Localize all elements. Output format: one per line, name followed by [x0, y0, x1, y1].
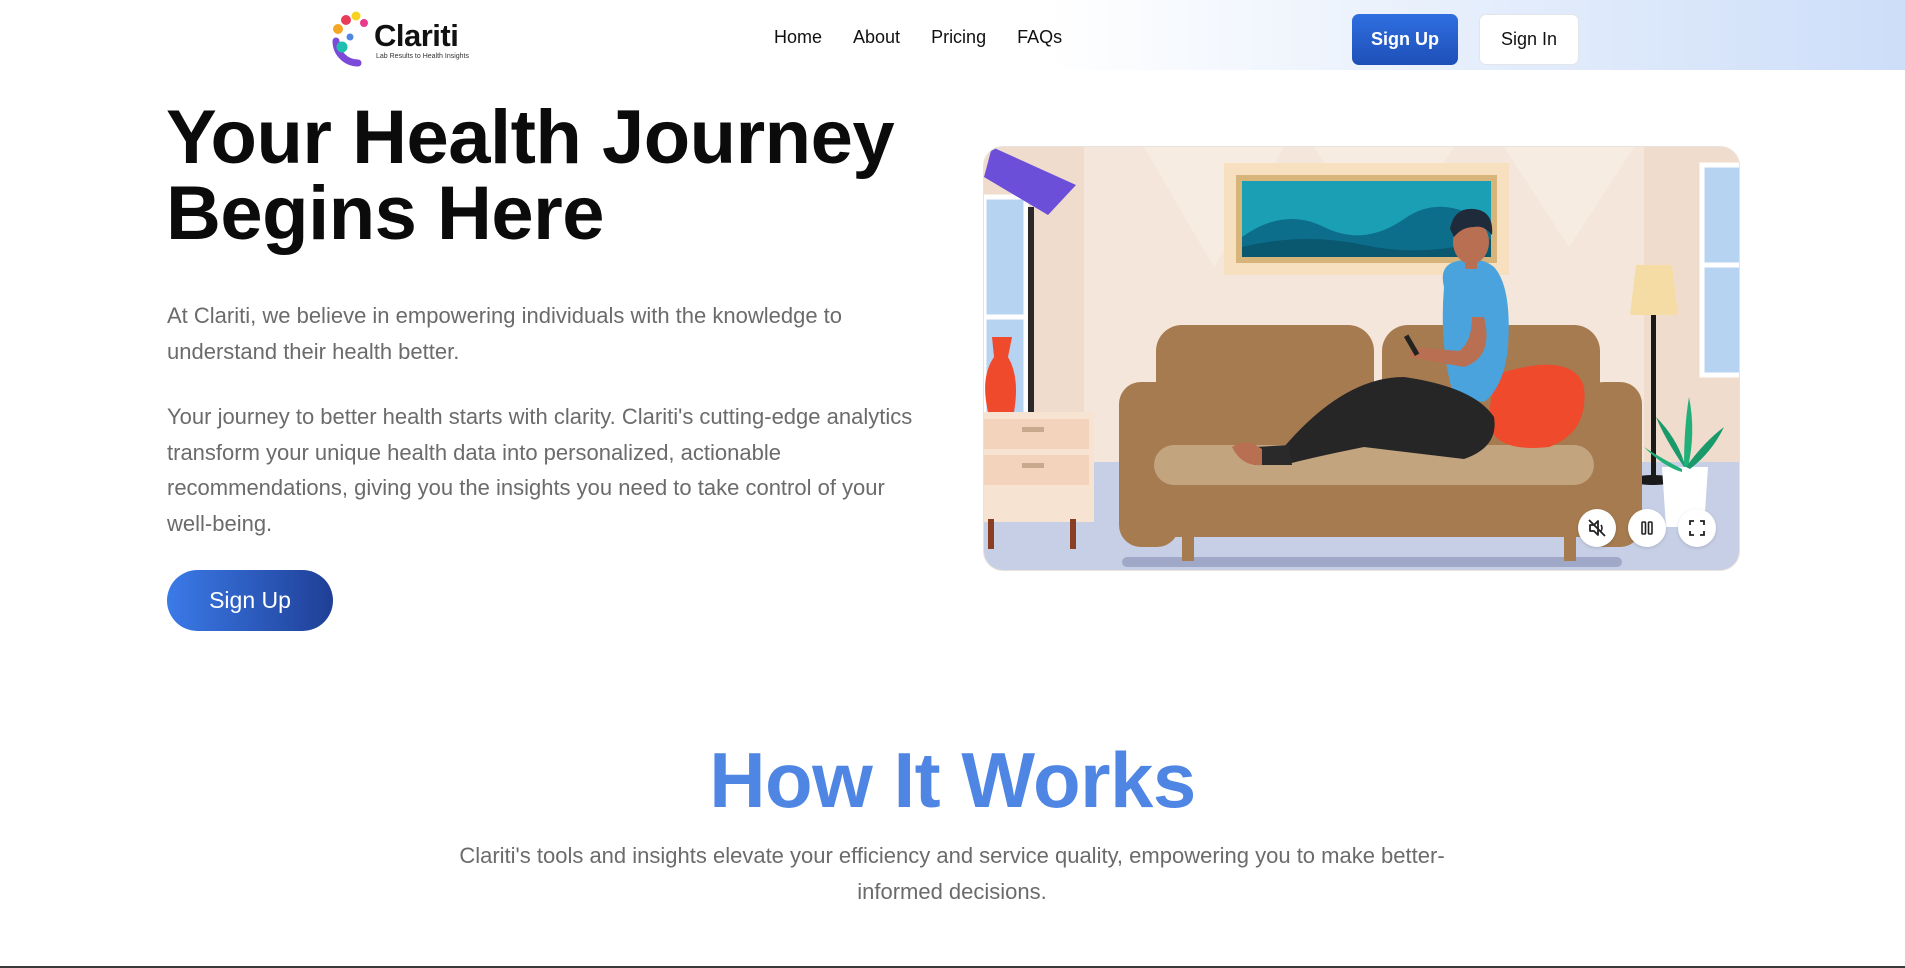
living-room-illustration: [984, 147, 1739, 570]
header-signup-button[interactable]: Sign Up: [1352, 14, 1458, 65]
video-pause-button[interactable]: [1628, 509, 1666, 547]
fullscreen-icon: [1689, 520, 1705, 536]
hero-description-paragraph: Your journey to better health starts wit…: [167, 404, 913, 536]
how-it-works-title: How It Works: [709, 736, 1196, 824]
header-signin-button[interactable]: Sign In: [1479, 14, 1579, 65]
pause-icon: [1641, 521, 1653, 535]
brand-tagline: Lab Results to Health Insights: [376, 53, 469, 60]
hero-title-line-1: Your Health Journey: [166, 95, 895, 180]
volume-muted-icon: [1588, 519, 1606, 537]
clariti-logo-icon: [328, 9, 372, 71]
nav-item-faqs[interactable]: FAQs: [1017, 27, 1062, 48]
how-it-works-subtitle: Clariti's tools and insights elevate you…: [459, 843, 1445, 904]
hero-title-line-2: Begins Here: [166, 171, 605, 256]
nav-item-about[interactable]: About: [853, 27, 900, 48]
nav-item-home[interactable]: Home: [774, 27, 822, 48]
logo-text: Clariti Lab Results to Health Insights: [374, 18, 469, 61]
brand-logo[interactable]: Clariti Lab Results to Health Insights: [328, 8, 498, 72]
hero-signup-button[interactable]: Sign Up: [167, 570, 333, 631]
nav-item-pricing[interactable]: Pricing: [931, 27, 986, 48]
video-fullscreen-button[interactable]: [1678, 509, 1716, 547]
landing-page: Clariti Lab Results to Health Insights H…: [0, 0, 1905, 968]
brand-name: Clariti: [374, 18, 459, 53]
main-nav: Home About Pricing FAQs: [774, 27, 1062, 48]
hero-intro-paragraph: At Clariti, we believe in empowering ind…: [167, 303, 843, 364]
video-mute-button[interactable]: [1578, 509, 1616, 547]
hero-video-player[interactable]: [983, 146, 1740, 571]
hero-title: Your Health Journey Begins Here: [166, 100, 966, 252]
